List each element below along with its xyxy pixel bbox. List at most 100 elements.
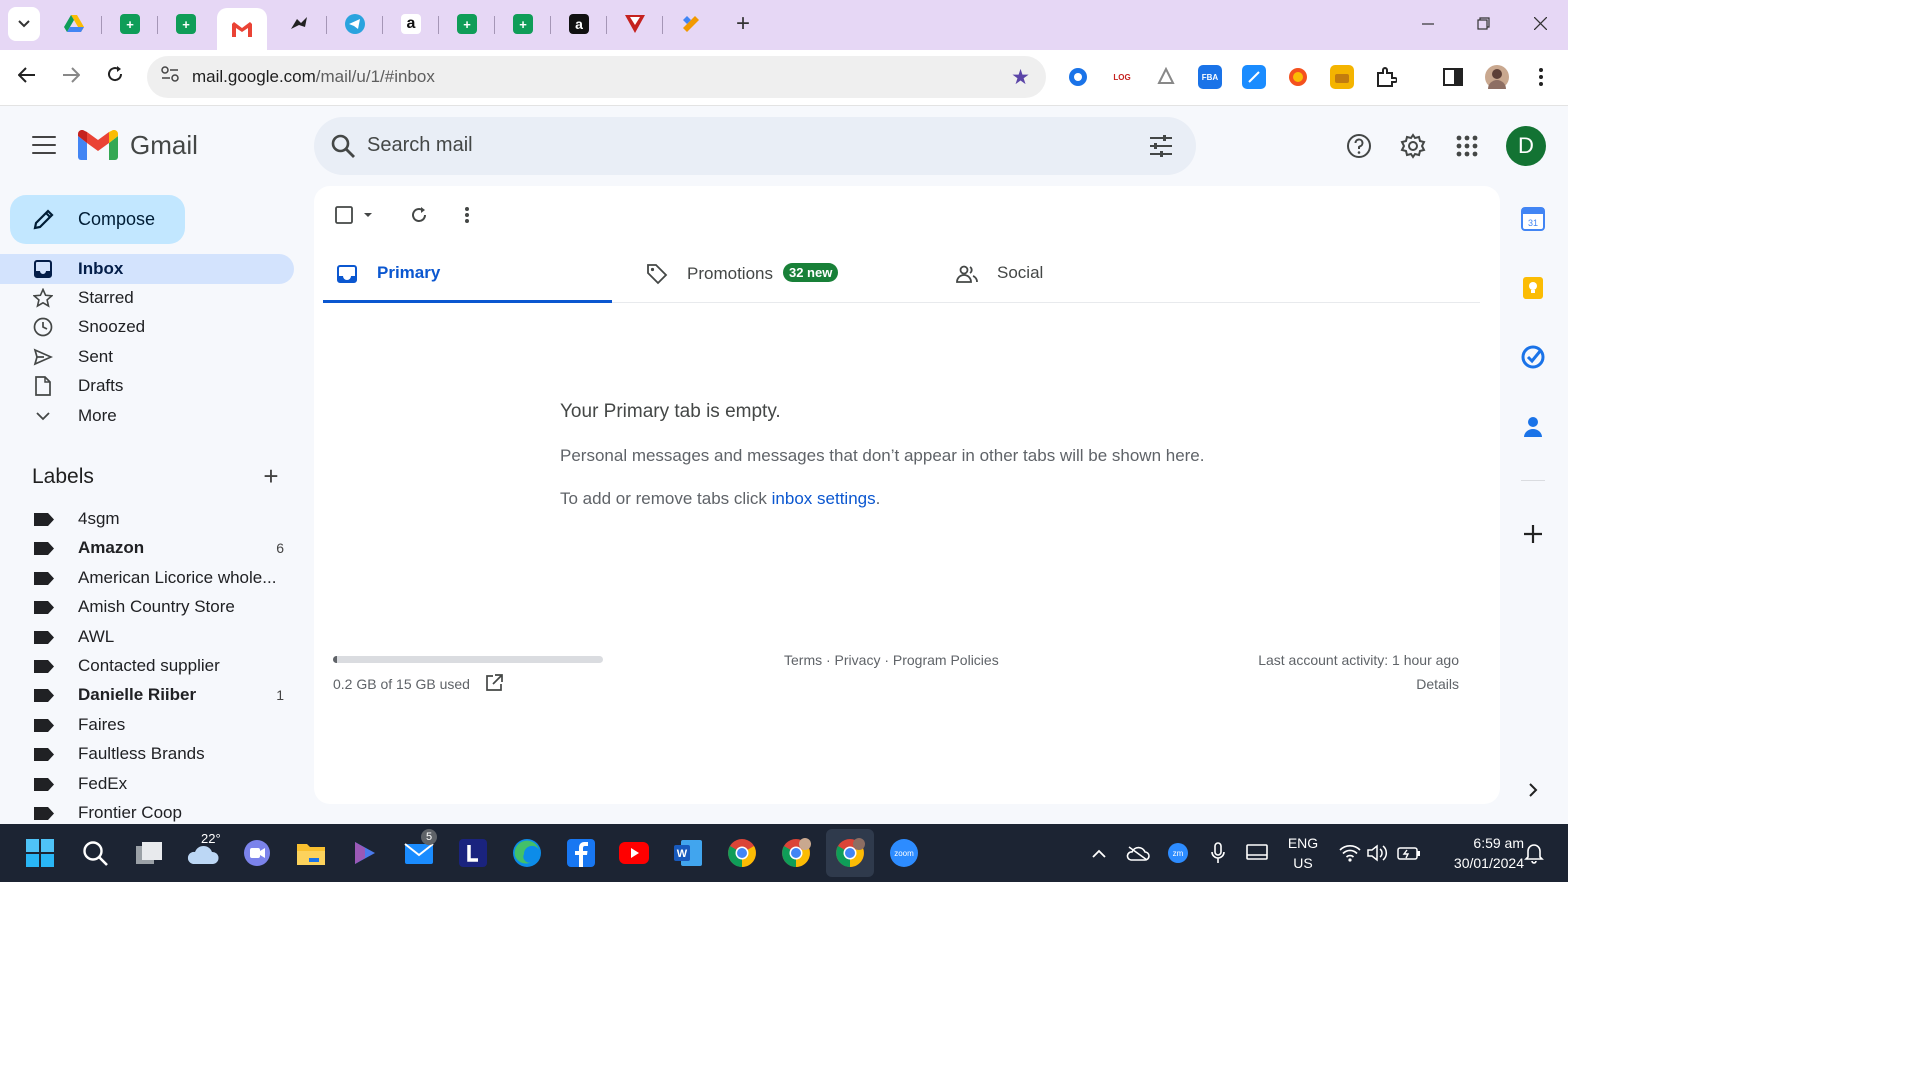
tab-google-drive[interactable]: [46, 7, 102, 41]
chrome-icon[interactable]: [726, 837, 758, 869]
volume-icon[interactable]: [1364, 837, 1390, 869]
wifi-icon[interactable]: [1337, 837, 1363, 869]
nav-item-snoozed[interactable]: Snoozed: [0, 312, 294, 342]
label-item[interactable]: Contacted supplier: [0, 651, 294, 681]
taskbar-clock[interactable]: 6:59 am 30/01/2024: [1424, 833, 1524, 873]
extension-orange-circle-icon[interactable]: [1286, 65, 1310, 89]
tab-primary[interactable]: Primary: [323, 245, 612, 303]
tab-amazon[interactable]: a: [383, 7, 439, 41]
extension-honey-icon[interactable]: [1330, 65, 1354, 89]
settings-gear-icon[interactable]: [1398, 131, 1428, 161]
label-item[interactable]: American Licorice whole...: [0, 563, 294, 593]
browser-menu-icon[interactable]: [1529, 65, 1553, 89]
extension-fba-icon[interactable]: FBA: [1198, 65, 1222, 89]
gmail-logo-icon[interactable]: [78, 130, 118, 160]
windows-start-icon[interactable]: [24, 837, 56, 869]
compose-button[interactable]: Compose: [10, 195, 185, 244]
task-view-icon[interactable]: [133, 837, 165, 869]
tab-amazon[interactable]: a: [551, 7, 607, 41]
back-button[interactable]: [12, 62, 42, 92]
bookmark-star-icon[interactable]: ★: [1011, 65, 1030, 90]
details-link[interactable]: Details: [1416, 676, 1459, 692]
label-item[interactable]: Amish Country Store: [0, 592, 294, 622]
tab-google-sheets[interactable]: +: [158, 7, 214, 41]
extension-blue-gear-icon[interactable]: [1066, 65, 1090, 89]
mail-app-icon[interactable]: 5: [403, 829, 437, 869]
tab-promotions[interactable]: Promotions 32 new: [633, 245, 923, 303]
edge-browser-icon[interactable]: [511, 837, 543, 869]
open-in-new-icon[interactable]: [485, 674, 503, 692]
taskbar-search-icon[interactable]: [79, 837, 111, 869]
file-explorer-icon[interactable]: [295, 837, 327, 869]
battery-icon[interactable]: [1396, 837, 1422, 869]
label-item[interactable]: Amazon 6: [0, 533, 294, 563]
inbox-settings-link[interactable]: inbox settings: [772, 489, 876, 508]
account-avatar[interactable]: D: [1506, 126, 1546, 166]
nav-item-more[interactable]: More: [0, 401, 294, 431]
nav-item-sent[interactable]: Sent: [0, 342, 294, 372]
extension-tag-icon[interactable]: [1242, 65, 1266, 89]
new-tab-button[interactable]: +: [730, 10, 756, 38]
nav-item-drafts[interactable]: Drafts: [0, 371, 294, 401]
youtube-icon[interactable]: [618, 837, 650, 869]
show-hidden-icons-chevron-up-icon[interactable]: [1087, 837, 1111, 869]
minimize-button[interactable]: [1413, 10, 1443, 38]
search-bar[interactable]: Search mail: [314, 117, 1196, 175]
profile-avatar-icon[interactable]: [1485, 65, 1509, 89]
side-panel-icon[interactable]: [1441, 65, 1465, 89]
facebook-icon[interactable]: [565, 837, 597, 869]
notifications-bell-icon[interactable]: [1522, 837, 1546, 869]
tab-gmail-active[interactable]: [217, 8, 267, 50]
tab-search-button[interactable]: [8, 7, 40, 41]
extension-login-icon[interactable]: LOG: [1110, 65, 1134, 89]
nav-item-starred[interactable]: Starred: [0, 283, 294, 313]
tab-google-sheets[interactable]: +: [102, 7, 158, 41]
more-options-icon[interactable]: [455, 203, 479, 227]
zoom-tray-icon[interactable]: zm: [1166, 837, 1190, 869]
microphone-icon[interactable]: [1206, 837, 1230, 869]
label-item[interactable]: AWL: [0, 622, 294, 652]
weather-widget-icon[interactable]: 22°: [187, 831, 221, 869]
add-label-icon[interactable]: +: [259, 463, 283, 489]
tasks-icon[interactable]: [1521, 345, 1545, 369]
select-all-checkbox[interactable]: [333, 203, 373, 227]
get-addons-plus-icon[interactable]: [1521, 522, 1545, 546]
input-language-indicator[interactable]: ENG US: [1286, 833, 1320, 873]
extension-seller-icon[interactable]: [1154, 65, 1178, 89]
tab-google-sheets[interactable]: +: [439, 7, 495, 41]
l-app-icon[interactable]: [457, 837, 489, 869]
label-item[interactable]: FedEx: [0, 769, 294, 799]
onedrive-icon[interactable]: [1124, 837, 1152, 869]
label-item[interactable]: Danielle Riiber 1: [0, 680, 294, 710]
tab-google-sheets[interactable]: +: [495, 7, 551, 41]
forward-button[interactable]: [56, 62, 86, 92]
zoom-icon[interactable]: zoom: [888, 837, 920, 869]
contacts-icon[interactable]: [1521, 414, 1545, 438]
label-item[interactable]: Faultless Brands: [0, 739, 294, 769]
copilot-icon[interactable]: [349, 837, 381, 869]
nav-item-inbox[interactable]: Inbox: [0, 254, 294, 284]
refresh-icon[interactable]: [407, 203, 431, 227]
tab-red-extension[interactable]: [607, 7, 663, 41]
google-apps-icon[interactable]: [1452, 131, 1482, 161]
teams-chat-icon[interactable]: [241, 837, 273, 869]
label-item[interactable]: Faires: [0, 710, 294, 740]
tab-blue-tool[interactable]: [271, 7, 327, 41]
site-info-icon[interactable]: [159, 66, 181, 88]
chrome-active-window-icon[interactable]: [826, 829, 874, 877]
extensions-puzzle-icon[interactable]: [1374, 65, 1398, 89]
expand-panel-chevron-icon[interactable]: [1521, 778, 1545, 802]
calendar-icon[interactable]: 31: [1521, 207, 1545, 231]
help-icon[interactable]: [1344, 131, 1374, 161]
address-bar[interactable]: mail.google.com/mail/u/1/#inbox ★: [147, 56, 1046, 98]
restore-button[interactable]: [1468, 10, 1498, 38]
search-options-icon[interactable]: [1148, 133, 1174, 159]
keep-icon[interactable]: [1521, 276, 1545, 300]
tab-telegram[interactable]: [327, 7, 383, 41]
footer-policy-links[interactable]: Terms · Privacy · Program Policies: [784, 652, 999, 668]
reload-button[interactable]: [100, 62, 130, 92]
close-window-button[interactable]: [1525, 10, 1555, 38]
tab-taskade[interactable]: [663, 7, 719, 41]
tab-social[interactable]: Social: [943, 245, 1233, 303]
search-icon[interactable]: [330, 133, 356, 159]
